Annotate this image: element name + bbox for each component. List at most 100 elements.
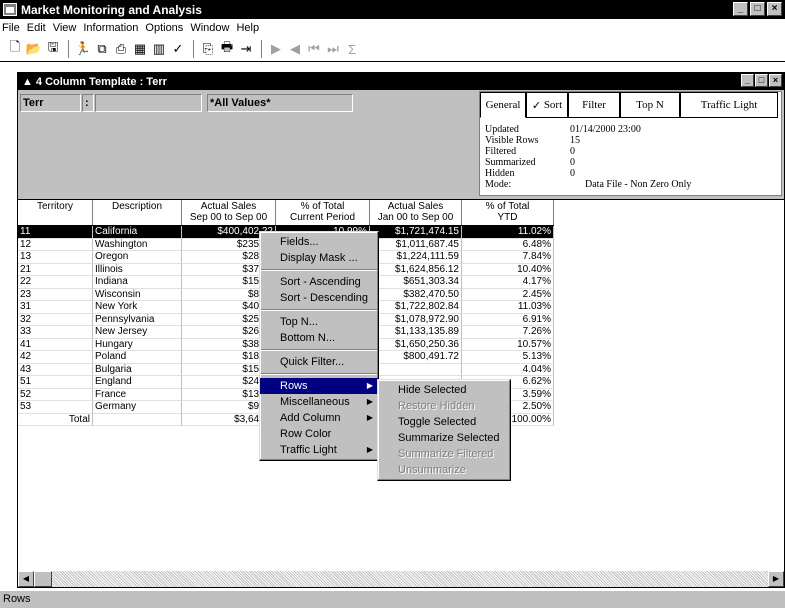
- tab-general[interactable]: General: [480, 92, 526, 118]
- menu-help[interactable]: Help: [236, 22, 259, 34]
- print-icon[interactable]: 🖶: [218, 39, 236, 58]
- filter-value-input[interactable]: [95, 94, 202, 112]
- table-icon[interactable]: ▦: [131, 40, 149, 58]
- table-cell: 4.17%: [462, 276, 554, 289]
- table-cell: France: [93, 388, 182, 401]
- print-preview-icon[interactable]: ⎙: [112, 40, 130, 58]
- menu-item[interactable]: Unsummarize: [378, 462, 510, 478]
- menu-item[interactable]: Traffic Light ▶: [260, 442, 378, 458]
- menu-item[interactable]: Rows ▶: [260, 378, 378, 394]
- menu-item[interactable]: Miscellaneous ▶: [260, 394, 378, 410]
- menu-item-label: Sort - Descending: [280, 292, 369, 304]
- open-icon[interactable]: 📂: [25, 40, 43, 58]
- table-cell: [93, 413, 182, 426]
- menu-information[interactable]: Information: [83, 22, 138, 34]
- submenu-arrow-icon: ▶: [366, 397, 373, 406]
- toolbar: 🗋 📂 🖫 🏃 ⧉ ⎙ ▦ ▥ ✓ ⎘ 🖶 ⇥ ▶ ◀ ⏮ ⏭ Σ: [0, 37, 785, 62]
- menu-options[interactable]: Options: [145, 22, 183, 34]
- child-minimize-button[interactable]: _: [741, 74, 754, 87]
- sum-icon[interactable]: Σ: [343, 40, 361, 58]
- menu-item[interactable]: Sort - Descending: [260, 290, 378, 306]
- save-icon[interactable]: 🖫: [44, 39, 62, 58]
- tab-sort[interactable]: ✓ Sort: [526, 92, 568, 118]
- child-close-button[interactable]: ×: [769, 74, 782, 87]
- column-header[interactable]: Actual Sales Jan 00 to Sep 00: [370, 200, 462, 225]
- context-menu: Fields... Display Mask ... Sort - Ascendin…: [259, 231, 379, 461]
- check-icon[interactable]: ✓: [169, 40, 187, 58]
- menu-item[interactable]: Summarize Selected: [378, 430, 510, 446]
- menu-separator: [261, 349, 377, 351]
- horizontal-scrollbar[interactable]: ◀ ▶: [18, 571, 784, 587]
- table-cell: 31: [18, 301, 93, 314]
- app-title: Market Monitoring and Analysis: [21, 2, 202, 17]
- prev-icon[interactable]: ⏮: [305, 40, 323, 58]
- play-icon[interactable]: ▶: [267, 40, 285, 58]
- all-values-field[interactable]: *All Values*: [207, 94, 353, 112]
- menu-item[interactable]: Add Column ▶: [260, 410, 378, 426]
- table-cell: Wisconsin: [93, 288, 182, 301]
- menu-item-label: Quick Filter...: [280, 356, 345, 368]
- scroll-right-icon[interactable]: ▶: [768, 571, 784, 587]
- filter-panel: Terr : *All Values* General ✓ Sort Filte…: [18, 90, 784, 200]
- table-cell: 42: [18, 351, 93, 364]
- menu-item[interactable]: Sort - Ascending: [260, 274, 378, 290]
- menu-item-label: Add Column: [280, 412, 341, 424]
- menu-item[interactable]: Hide Selected: [378, 382, 510, 398]
- table-cell: Bulgaria: [93, 363, 182, 376]
- submenu-arrow-icon: ▶: [366, 413, 373, 422]
- scroll-thumb[interactable]: [34, 571, 52, 587]
- scroll-track[interactable]: [52, 571, 768, 587]
- maximize-button[interactable]: □: [750, 2, 765, 16]
- menu-item[interactable]: Toggle Selected: [378, 414, 510, 430]
- menu-item[interactable]: Quick Filter...: [260, 354, 378, 370]
- menu-view[interactable]: View: [53, 22, 77, 34]
- tab-filter[interactable]: Filter: [568, 92, 620, 118]
- submenu-arrow-icon: ▶: [366, 445, 373, 454]
- tree-icon[interactable]: ⧉: [93, 40, 111, 58]
- column-header-line1: Actual Sales: [200, 201, 257, 212]
- child-maximize-button[interactable]: □: [755, 74, 768, 87]
- scroll-left-icon[interactable]: ◀: [18, 571, 34, 587]
- menu-item[interactable]: Fields...: [260, 234, 378, 250]
- warning-icon: ▲: [22, 75, 33, 88]
- column-header[interactable]: Territory: [18, 200, 93, 225]
- menu-item[interactable]: Display Mask ...: [260, 250, 378, 266]
- table-cell: 21: [18, 263, 93, 276]
- next-icon[interactable]: ⏭: [324, 40, 342, 58]
- column-header[interactable]: % of Total Current Period: [276, 200, 370, 225]
- menu-item[interactable]: Restore Hidden: [378, 398, 510, 414]
- column-header[interactable]: % of Total YTD: [462, 200, 554, 225]
- run-icon[interactable]: 🏃: [74, 40, 92, 58]
- column-header-line2: Current Period: [289, 212, 356, 223]
- tab-traffic-light[interactable]: Traffic Light: [680, 92, 778, 118]
- table-cell: 12: [18, 238, 93, 251]
- app-title-bar: Market Monitoring and Analysis _ □ ×: [0, 0, 785, 19]
- bar-chart-icon[interactable]: ▥: [150, 40, 168, 58]
- menu-edit[interactable]: Edit: [27, 22, 46, 34]
- menu-window[interactable]: Window: [190, 22, 229, 34]
- table-cell: $1,078,972.90: [370, 313, 462, 326]
- menu-item[interactable]: Top N...: [260, 314, 378, 330]
- export-icon[interactable]: ⇥: [237, 40, 255, 58]
- column-header[interactable]: Description: [93, 200, 182, 225]
- table-cell: 11.03%: [462, 301, 554, 314]
- field-selector[interactable]: Terr: [20, 94, 81, 112]
- copy-icon[interactable]: ⎘: [199, 40, 217, 58]
- info-key: Hidden: [485, 168, 515, 179]
- new-icon[interactable]: 🗋: [6, 39, 24, 58]
- close-button[interactable]: ×: [767, 2, 782, 16]
- template-window-title: 4 Column Template : Terr: [35, 75, 167, 88]
- first-icon[interactable]: ◀: [286, 40, 304, 58]
- minimize-button[interactable]: _: [733, 2, 748, 16]
- menu-item-label: Row Color: [280, 428, 332, 440]
- column-header[interactable]: Actual Sales Sep 00 to Sep 00: [182, 200, 276, 225]
- menu-item[interactable]: Row Color: [260, 426, 378, 442]
- table-cell: 6.91%: [462, 313, 554, 326]
- tab-top-n[interactable]: Top N: [620, 92, 680, 118]
- menu-item[interactable]: Bottom N...: [260, 330, 378, 346]
- menu-file[interactable]: File: [2, 22, 20, 34]
- table-cell: Oregon: [93, 251, 182, 264]
- menu-item[interactable]: Summarize Filtered: [378, 446, 510, 462]
- table-cell: 11: [18, 226, 93, 239]
- column-header-line1: Description: [111, 201, 163, 212]
